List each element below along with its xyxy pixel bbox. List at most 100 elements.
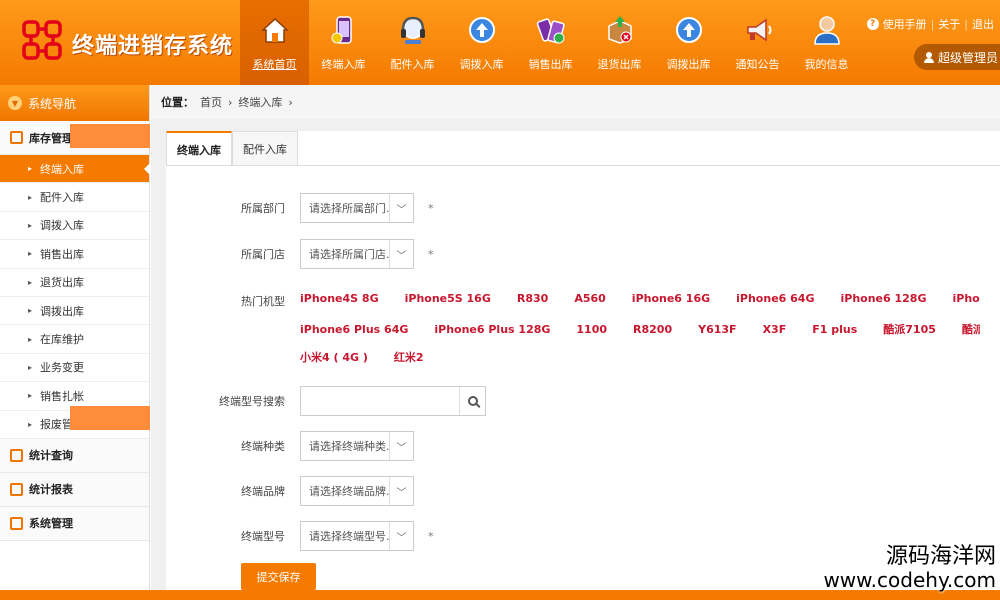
sidebar-group-stats-report[interactable]: 统计报表 <box>0 472 149 507</box>
breadcrumb-home[interactable]: 首页 <box>200 94 222 110</box>
nav-accessory-in[interactable]: 配件入库 <box>378 0 447 85</box>
chat-icon <box>10 448 23 462</box>
hot-model-link[interactable]: iPhone4S 8G <box>300 292 379 305</box>
hot-model-link[interactable]: iPhone6 64G <box>736 292 814 305</box>
search-input[interactable] <box>301 387 459 415</box>
nav-sales-out[interactable]: 销售出库 <box>516 0 585 85</box>
nav-transfer-out[interactable]: 调拨出库 <box>654 0 723 85</box>
top-header: 终端进销存系统 系统首页 终端入库 配件入库 调拨入库 销售出库 退货出库 调拨… <box>0 0 1000 85</box>
dept-select[interactable]: 请选择所属部门... ﹀ <box>300 193 414 223</box>
nav-label: 我的信息 <box>804 58 849 71</box>
hot-model-link[interactable]: iPhone6 Plus 128G <box>434 323 550 336</box>
nav-label: 系统首页 <box>252 58 297 71</box>
required-mark: * <box>428 529 434 543</box>
hot-models: iPhone4S 8G iPhone5S 16G R830 A560 iPhone6 1… <box>300 286 980 376</box>
sidebar-item-label: 配件入库 <box>40 191 84 205</box>
username: 超级管理员 <box>938 50 999 65</box>
type-label: 终端种类 <box>241 440 285 453</box>
hot-model-link[interactable]: iPhone5S 16G <box>405 292 491 305</box>
hot-model-link[interactable]: R830 <box>517 292 548 305</box>
nav-label: 终端入库 <box>321 58 366 71</box>
sidebar-title: 系统导航 <box>28 96 77 111</box>
search-button[interactable] <box>459 387 485 415</box>
dept-placeholder: 请选择所属部门... <box>309 202 389 215</box>
hot-model-link[interactable]: 酷派7105 <box>883 323 936 336</box>
sidebar-item-label: 调拨入库 <box>40 219 84 233</box>
sidebar-group-label: 统计查询 <box>29 449 73 463</box>
top-links: ? 使用手册 | 关于 | 退出 <box>866 16 994 32</box>
nav-label: 通知公告 <box>735 58 780 71</box>
hot-model-link[interactable]: iPhone6 Plus 64G <box>300 323 408 336</box>
chevron-down-icon: ﹀ <box>389 477 413 505</box>
transfer-in-icon <box>464 12 500 48</box>
nav-notice[interactable]: 通知公告 <box>723 0 792 85</box>
edit-icon <box>10 131 23 144</box>
hot-model-link[interactable]: 1100 <box>576 323 607 336</box>
hot-model-link[interactable]: F1 plus <box>812 323 857 336</box>
hot-model-link[interactable]: 酷派Y76 <box>962 323 980 336</box>
brand-select[interactable]: 请选择终端品牌... ﹀ <box>300 476 414 506</box>
nav-my-info[interactable]: 我的信息 <box>792 0 861 85</box>
hot-model-link[interactable]: iPhon <box>952 292 980 305</box>
store-placeholder: 请选择所属门店... <box>309 248 389 261</box>
sidebar-item-return-out[interactable]: 退货出库 <box>0 269 149 297</box>
tab-bar: 终端入库 配件入库 <box>166 131 298 166</box>
submit-button[interactable]: 提交保存 <box>241 563 316 590</box>
breadcrumb-sep: › <box>288 95 293 109</box>
sidebar-item-accessory-in[interactable]: 配件入库 <box>0 183 149 212</box>
nav-label: 调拨出库 <box>666 58 711 71</box>
required-mark: * <box>428 201 434 215</box>
sidebar-item-label: 销售出库 <box>40 247 84 261</box>
sidebar-item-transfer-out[interactable]: 调拨出库 <box>0 297 149 326</box>
about-link[interactable]: 关于 <box>938 16 960 32</box>
redaction-overlay <box>70 124 150 148</box>
hot-model-link[interactable]: Y613F <box>698 323 736 336</box>
transfer-out-icon <box>671 12 707 48</box>
hot-model-link[interactable]: X3F <box>763 323 787 336</box>
chevron-down-icon: ﹀ <box>389 240 413 268</box>
sidebar-item-stock-maintain[interactable]: 在库维护 <box>0 325 149 354</box>
model-select[interactable]: 请选择终端型号... ﹀ <box>300 521 414 551</box>
nav-home[interactable]: 系统首页 <box>240 0 309 85</box>
sales-icon <box>533 12 569 48</box>
brand-placeholder: 请选择终端品牌... <box>309 485 389 498</box>
tab-terminal-in[interactable]: 终端入库 <box>166 131 232 166</box>
nav-return-out[interactable]: 退货出库 <box>585 0 654 85</box>
watermark-cn: 源码海洋网 <box>885 543 996 569</box>
row-brand: 终端品牌 请选择终端品牌... ﹀ <box>200 476 414 506</box>
headset-icon <box>395 12 431 48</box>
hot-model-link[interactable]: iPhone6 128G <box>840 292 926 305</box>
type-select[interactable]: 请选择终端种类... ﹀ <box>300 431 414 461</box>
store-select[interactable]: 请选择所属门店... ﹀ <box>300 239 414 269</box>
required-mark: * <box>428 247 434 261</box>
hot-models-row: iPhone6 Plus 64G iPhone6 Plus 128G 1100 R82… <box>300 321 980 337</box>
sidebar-item-transfer-in[interactable]: 调拨入库 <box>0 212 149 241</box>
redaction-overlay <box>70 406 150 430</box>
chevron-down-icon: ﹀ <box>389 432 413 460</box>
nav-terminal-in[interactable]: 终端入库 <box>309 0 378 85</box>
sidebar-item-business-change[interactable]: 业务变更 <box>0 354 149 383</box>
hot-model-link[interactable]: 红米2 <box>394 351 424 364</box>
help-link[interactable]: 使用手册 <box>883 16 927 32</box>
sidebar-item-sales-out[interactable]: 销售出库 <box>0 240 149 269</box>
user-badge[interactable]: 超级管理员 <box>914 44 1000 70</box>
hot-model-link[interactable]: R8200 <box>633 323 672 336</box>
hot-model-link[interactable]: A560 <box>574 292 605 305</box>
logout-link[interactable]: 退出 <box>972 16 994 32</box>
nav-label: 销售出库 <box>528 58 573 71</box>
sidebar-group-label: 统计报表 <box>29 483 73 497</box>
tab-accessory-in[interactable]: 配件入库 <box>232 131 298 166</box>
sidebar-item-terminal-in[interactable]: 终端入库 <box>0 155 150 184</box>
store-label: 所属门店 <box>241 248 285 261</box>
sidebar-group-stats-query[interactable]: 统计查询 <box>0 438 149 473</box>
model-search <box>300 386 486 416</box>
search-label: 终端型号搜索 <box>219 395 285 408</box>
sidebar-group-system[interactable]: 系统管理 <box>0 506 149 541</box>
user-profile-icon <box>809 12 845 48</box>
row-search: 终端型号搜索 <box>200 386 486 416</box>
nav-label: 配件入库 <box>390 58 435 71</box>
hot-model-link[interactable]: iPhone6 16G <box>632 292 710 305</box>
nav-transfer-in[interactable]: 调拨入库 <box>447 0 516 85</box>
hot-model-link[interactable]: 小米4 ( 4G ) <box>300 351 368 364</box>
megaphone-icon <box>740 12 776 48</box>
